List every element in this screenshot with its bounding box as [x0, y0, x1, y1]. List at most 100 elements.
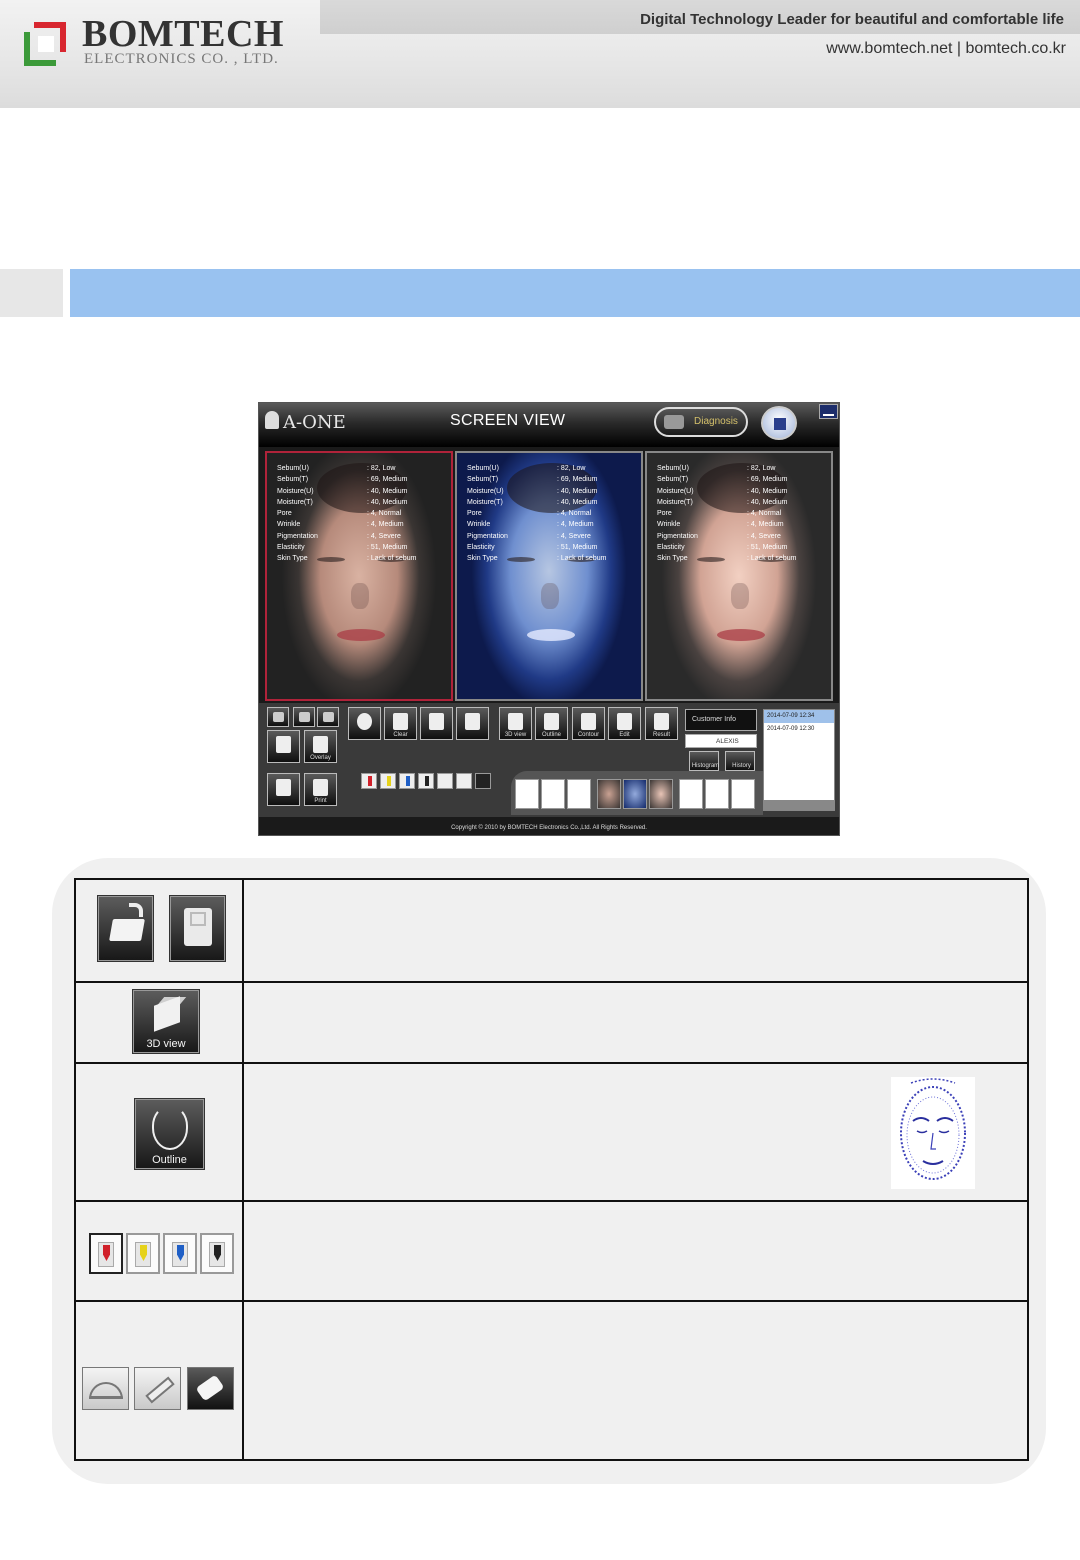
- readout-key: Pigmentation: [277, 532, 318, 540]
- histogram-button[interactable]: Histogram: [689, 751, 719, 771]
- ruler-button[interactable]: [456, 773, 472, 789]
- yellow-pen-icon: [126, 1233, 160, 1274]
- icon-cell: [76, 1202, 244, 1300]
- table-row: 3D view: [76, 983, 1027, 1064]
- eraser-icon: [187, 1367, 234, 1410]
- tagline: Digital Technology Leader for beautiful …: [640, 11, 1064, 28]
- empty-thumbnail[interactable]: [567, 779, 591, 809]
- readout-row: Sebum(U): 82, Low: [467, 463, 641, 474]
- readout-value: : 4, Medium: [747, 521, 784, 529]
- face-panel-polarized[interactable]: Sebum(U): 82, Low Sebum(T): 69, Medium M…: [645, 451, 833, 701]
- session-date-item[interactable]: 2014-07-09 12:30: [764, 723, 834, 736]
- red-pen-button[interactable]: [361, 773, 377, 789]
- outline-label: Outline: [541, 732, 561, 738]
- save-disk-icon: [465, 713, 480, 730]
- face-panel-normal[interactable]: Sebum(U): 82, Low Sebum(T): 69, Medium M…: [265, 451, 453, 701]
- brand-subtitle: ELECTRONICS CO. , LTD.: [84, 51, 279, 67]
- blue-pen-button[interactable]: [399, 773, 415, 789]
- contour-button[interactable]: Contour: [572, 707, 605, 740]
- customer-name-field[interactable]: ALEXIS: [685, 734, 757, 748]
- bomtech-logo-icon: [24, 22, 66, 66]
- readout-row: Pore: 4, Normal: [467, 508, 641, 519]
- description-cell: [246, 1064, 1027, 1200]
- history-button[interactable]: History: [725, 751, 755, 771]
- readout-value: : 82, Low: [367, 465, 396, 472]
- resize-button[interactable]: [267, 730, 300, 763]
- black-pen-button[interactable]: [418, 773, 434, 789]
- outline-face-icon: Outline: [135, 1099, 204, 1169]
- readout-value: : 51, Medium: [747, 544, 788, 552]
- layout-3-button[interactable]: [317, 707, 339, 727]
- histogram-label: Histogram: [691, 763, 720, 769]
- section-number-box: [0, 269, 63, 317]
- readout-value: : 51, Medium: [557, 544, 598, 552]
- outline-button[interactable]: Outline: [535, 707, 568, 740]
- layout-2-button[interactable]: [293, 707, 315, 727]
- layout-icon: [273, 712, 284, 722]
- readout-key: Sebum(U): [467, 465, 499, 472]
- ruler-shape: [145, 1376, 175, 1404]
- face-thumbnail-polarized[interactable]: [649, 779, 673, 809]
- readout-value: : 4, Medium: [557, 521, 594, 529]
- website-links[interactable]: www.bomtech.net | bomtech.co.kr: [826, 40, 1066, 58]
- outline-face-icon: [544, 713, 559, 730]
- result-button[interactable]: Result: [645, 707, 678, 740]
- clear-button[interactable]: Clear: [384, 707, 417, 740]
- readout-key: Sebum(T): [467, 476, 499, 484]
- empty-thumbnail[interactable]: [705, 779, 729, 809]
- face-thumbnail-uv[interactable]: [623, 779, 647, 809]
- session-date-list[interactable]: 2014-07-09 12:34 2014-07-09 12:30: [763, 709, 835, 801]
- readout-row: Pigmentation: 4, Severe: [467, 531, 641, 542]
- empty-thumbnail[interactable]: [541, 779, 565, 809]
- session-date-item[interactable]: 2014-07-09 12:34: [764, 710, 834, 723]
- app-copyright: Copyright © 2010 by BOMTECH Electronics …: [451, 825, 647, 831]
- readout-value: : 4, Normal: [557, 510, 592, 518]
- overlay-button[interactable]: Overlay: [304, 730, 337, 763]
- diagnosis-button[interactable]: Diagnosis: [654, 407, 748, 437]
- readout-row: Elasticity: 51, Medium: [657, 542, 831, 553]
- 3d-view-icon: [508, 713, 523, 730]
- fullscreen-button[interactable]: [267, 773, 300, 806]
- readout-value: : 4, Medium: [367, 521, 404, 529]
- contour-label: Contour: [577, 732, 600, 738]
- outline-caption: Outline: [152, 1154, 187, 1166]
- fullscreen-icon: [276, 779, 291, 796]
- yellow-pen-button[interactable]: [380, 773, 396, 789]
- yellow-pen-icon: [387, 776, 391, 786]
- page-header: BOMTECH ELECTRONICS CO. , LTD. Digital T…: [0, 0, 1080, 108]
- layout-1-button[interactable]: [267, 707, 289, 727]
- face-panel-uv[interactable]: Sebum(U): 82, Low Sebum(T): 69, Medium M…: [455, 451, 643, 701]
- readout-key: Pore: [657, 510, 672, 518]
- readout-key: Moisture(U): [657, 487, 694, 495]
- date-list-scrollbar[interactable]: [763, 801, 835, 811]
- overlay-label: Overlay: [310, 755, 331, 761]
- icon-cell: 3D view: [76, 983, 244, 1062]
- save-button[interactable]: [456, 707, 489, 740]
- readout-key: Wrinkle: [277, 521, 301, 529]
- readout-value: : Lack of sebum: [367, 555, 417, 563]
- empty-thumbnail[interactable]: [515, 779, 539, 809]
- home-button[interactable]: [761, 406, 797, 440]
- protractor-button[interactable]: [437, 773, 453, 789]
- readout-row: Pore: 4, Normal: [657, 508, 831, 519]
- minimize-button[interactable]: [819, 404, 838, 419]
- print-button[interactable]: Print: [304, 773, 337, 806]
- eraser-button[interactable]: [475, 773, 491, 789]
- readout-key: Moisture(U): [277, 487, 314, 495]
- face-outline-shape: [152, 1106, 188, 1150]
- table-row: [76, 1202, 1027, 1302]
- open-button[interactable]: [420, 707, 453, 740]
- 3d-view-button[interactable]: 3D view: [499, 707, 532, 740]
- edit-button[interactable]: Edit: [608, 707, 641, 740]
- icon-description-table: 3D view Outline: [74, 878, 1029, 1461]
- diagnosis-label: Diagnosis: [694, 416, 738, 427]
- readout-value: : 69, Medium: [557, 476, 598, 484]
- empty-thumbnail[interactable]: [679, 779, 703, 809]
- face-thumbnail-normal[interactable]: [597, 779, 621, 809]
- readout-key: Moisture(T): [657, 498, 693, 506]
- description-cell: [246, 983, 1027, 1062]
- app-title: SCREEN VIEW: [450, 412, 566, 429]
- info-button[interactable]: [348, 707, 381, 740]
- empty-thumbnail[interactable]: [731, 779, 755, 809]
- customer-info-search[interactable]: Customer Info: [685, 709, 757, 731]
